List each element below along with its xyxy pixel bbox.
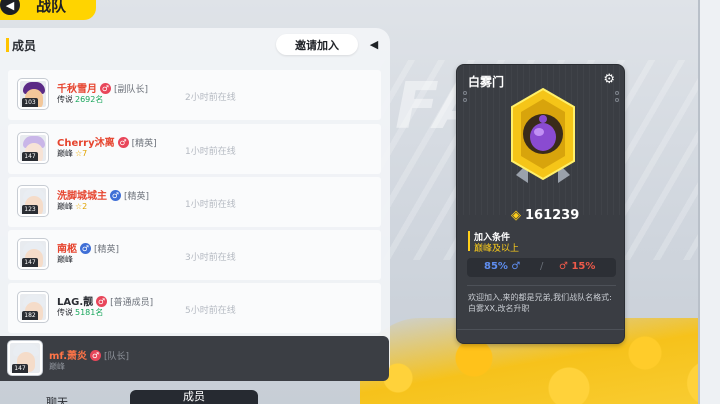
avatar[interactable]: 103 [18,79,48,109]
member-name: LAG.靓 ♂ [普通成员] [57,293,153,308]
member-rank: 传说 5181名 [57,307,103,318]
member-role: [精英] [124,192,150,202]
avatar[interactable]: 147 [18,239,48,269]
rank-stars: 7 [82,149,88,158]
rank-tier: 巅峰 [57,149,73,158]
right-edge-divider [698,0,700,404]
rank-tier: 传说 [57,308,73,317]
page-title: 战队 [36,0,67,15]
avatar-level: 147 [12,364,28,373]
member-name: 洗脚城城主 ♂ [精英] [57,187,149,202]
member-rank: 巅峰 [49,362,65,371]
gender-female-icon: ♂ [100,83,111,94]
card-divider [467,285,616,286]
avatar[interactable]: 123 [18,186,48,216]
collapse-arrow-icon[interactable]: ◀ [364,34,384,54]
avatar-level: 103 [22,98,38,107]
male-ratio: 85% ♂ [484,261,520,272]
member-rank: 巅峰 ☆2 [57,201,87,212]
team-score-value: 161239 [525,208,580,223]
gender-female-icon: ♂ [96,296,108,307]
gender-ratio: 85% ♂ / ♂ 15% [467,258,616,277]
rank-tier: 巅峰 [57,255,73,264]
card-dots-left [463,91,467,113]
member-role: [队长] [104,352,130,362]
title-tab: ◀ 战队 [0,0,96,20]
team-description: 欢迎加入,来的都是兄弟,我们战队名格式:白雾XX,改名升职 [468,293,612,313]
member-name: 南柩 ♂ [精英] [57,240,119,255]
gender-female-icon: ♂ [90,350,102,361]
section-title: 成员 [12,39,37,53]
gear-icon[interactable]: ⚙ [603,72,615,87]
online-status: 1小时前在线 [185,147,236,157]
member-role: [精英] [131,139,157,149]
online-status: 2小时前在线 [185,93,236,103]
tab-chat[interactable]: 聊天 [46,394,68,404]
card-dots-right [615,91,619,113]
gender-male-icon: ♂ [110,190,121,201]
bottom-tabs: 聊天 成员 [0,388,390,404]
member-row[interactable]: 147 Cherry沐离 ♂ [精英] 巅峰 ☆7 1小时前在线 [8,124,381,174]
rank-position: 2692名 [75,95,104,104]
team-name: 白雾门 [468,75,505,89]
leader-row[interactable]: 147 mf.萧炎 ♂ [队长] 巅峰 [0,336,389,381]
member-name: Cherry沐离 ♂ [精英] [57,134,157,149]
team-score: ◈ 161239 [511,208,579,223]
avatar-level: 147 [22,258,38,267]
rank-position: 5181名 [75,308,104,317]
condition-accent-bar [468,231,470,251]
male-icon: ♂ [511,261,521,272]
member-rank: 传说 2692名 [57,94,103,105]
gender-male-icon: ♂ [80,243,91,254]
avatar-level: 123 [22,205,38,214]
card-footer [457,329,624,343]
female-ratio: ♂ 15% [559,261,595,272]
team-emblem-icon [511,87,575,183]
member-name: mf.萧炎 ♂ [队长] [49,347,129,362]
rank-stars: 2 [82,202,88,211]
member-row[interactable]: 147 南柩 ♂ [精英] 巅峰 3小时前在线 [8,230,381,280]
member-row[interactable]: 123 洗脚城城主 ♂ [精英] 巅峰 ☆2 1小时前在线 [8,177,381,227]
member-role: [副队长] [114,85,149,95]
ratio-separator: / [540,261,544,272]
online-status: 1小时前在线 [185,200,236,210]
team-card: 白雾门 ⚙ ◈ 161239 加入条件 巅峰及以上 85% ♂ / ♂ 15% 欢… [456,64,625,344]
gender-female-icon: ♂ [117,137,129,148]
avatar[interactable]: 147 [8,341,42,375]
male-ratio-value: 85% [484,261,508,272]
online-status: 5小时前在线 [185,306,236,316]
avatar[interactable]: 147 [18,133,48,163]
member-rank: 巅峰 [57,254,73,265]
section-accent-bar [6,38,9,52]
member-row[interactable]: 182 LAG.靓 ♂ [普通成员] 传说 5181名 5小时前在线 [8,283,381,333]
invite-button[interactable]: 邀请加入 [276,34,358,55]
female-icon: ♂ [559,261,568,272]
right-edge-panel [698,0,720,404]
female-ratio-value: 15% [571,261,596,272]
online-status: 3小时前在线 [185,253,236,263]
back-arrow-icon[interactable]: ◀ [0,0,20,15]
rank-tier: 巅峰 [57,202,73,211]
condition-value: 巅峰及以上 [474,244,520,254]
member-role: [精英] [94,245,120,255]
shield-icon: ◈ [511,208,521,223]
avatar-level: 182 [22,311,38,320]
member-row[interactable]: 103 千秋雪月 ♂ [副队长] 传说 2692名 2小时前在线 [8,70,381,120]
member-role: [普通成员] [110,298,154,308]
rank-tier: 传说 [57,95,73,104]
member-name: 千秋雪月 ♂ [副队长] [57,80,148,95]
member-rank: 巅峰 ☆7 [57,148,87,159]
avatar-level: 147 [22,152,38,161]
avatar[interactable]: 182 [18,292,48,322]
tab-members[interactable]: 成员 [130,390,258,404]
